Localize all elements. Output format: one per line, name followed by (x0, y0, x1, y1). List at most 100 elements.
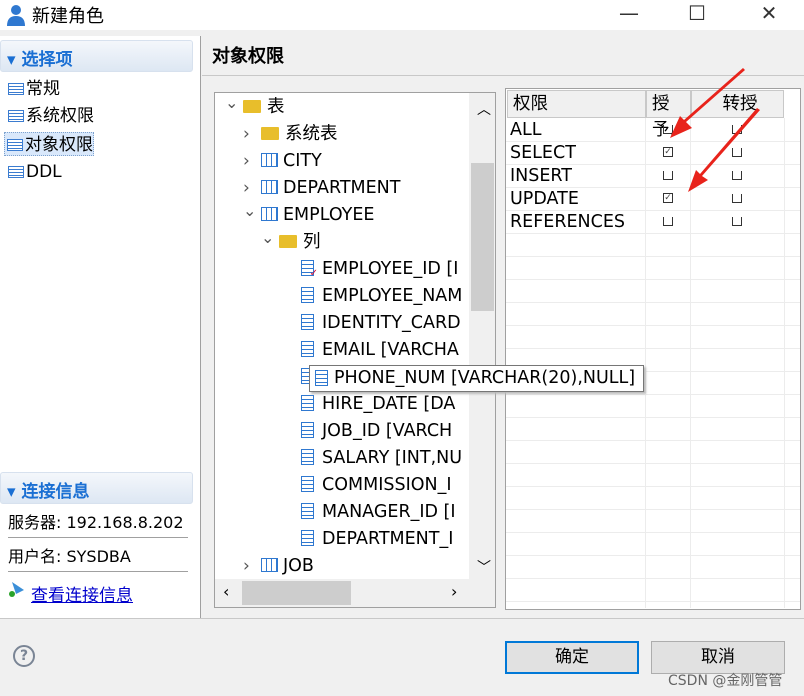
tree-item[interactable]: ⌄ 列 (261, 229, 321, 256)
tree-item-label: IDENTITY_CARD (322, 313, 461, 333)
minimize-button[interactable]: — (606, 0, 652, 28)
tree-item[interactable]: ⌄ EMPLOYEE (243, 202, 375, 229)
tree-item[interactable]: HIRE_DATE [DA (301, 391, 455, 418)
tree-item[interactable]: DEPARTMENT_I (301, 526, 453, 553)
close-button[interactable]: ✕ (746, 0, 792, 28)
scroll-left-icon[interactable]: ‹ (223, 582, 229, 601)
permission-name: INSERT (510, 166, 572, 186)
column-header-privilege[interactable]: 权限 (507, 90, 646, 118)
tree-viewport: ⌄ 表 › 系统表 › CITY › DEPARTMENT ⌄ EMPLOYEE ⌄ 列 ✓ EMPLOY… (215, 93, 469, 579)
transfer-checkbox[interactable] (732, 148, 742, 157)
horizontal-scrollbar[interactable]: ‹ › (215, 579, 495, 607)
column-header-transfer[interactable]: 转授 (691, 90, 784, 118)
scroll-up-icon[interactable]: ︿ (477, 99, 491, 119)
transfer-checkbox[interactable] (732, 194, 742, 203)
empty-row (506, 418, 800, 441)
grant-checkbox[interactable]: ✓ (663, 193, 673, 203)
grant-checkbox[interactable] (663, 125, 673, 134)
permission-row: SELECT ✓ (506, 142, 800, 165)
column-icon (301, 395, 314, 411)
column-icon (301, 341, 314, 357)
chevron-right-icon[interactable]: › (243, 175, 250, 201)
tree-item-label: DEPARTMENT_I (322, 529, 454, 549)
tree-item-label: 表 (267, 97, 285, 117)
sidebar-item-label: DDL (26, 162, 62, 182)
tree-item[interactable]: ⌄ 表 (225, 94, 285, 121)
tree-item[interactable]: COMMISSION_I (301, 472, 452, 499)
tree-item-label: DEPARTMENT (283, 178, 401, 198)
tree-item[interactable]: EMPLOYEE_NAM (301, 283, 462, 310)
sidebar-item-general[interactable]: 常规 (6, 77, 60, 101)
chevron-down-icon[interactable]: ⌄ (261, 229, 274, 247)
chevron-down-icon[interactable]: ⌄ (243, 202, 256, 220)
connection-section-header[interactable]: ▾ 连接信息 (0, 472, 193, 504)
column-icon (301, 476, 314, 492)
folder-open-icon (243, 100, 261, 113)
grant-checkbox[interactable] (663, 217, 673, 226)
object-tree[interactable]: ⌄ 表 › 系统表 › CITY › DEPARTMENT ⌄ EMPLOYEE ⌄ 列 ✓ EMPLOY… (214, 92, 496, 608)
window-title: 新建角色 (32, 6, 104, 27)
permission-row: INSERT (506, 165, 800, 188)
tree-item[interactable]: ✓ EMPLOYEE_ID [I (301, 256, 458, 283)
sidebar: ▾ 选择项 常规 系统权限 对象权限 DDL ▾ 连接信息 服务器: 192.1… (0, 36, 201, 618)
tree-item[interactable]: IDENTITY_CARD (301, 310, 461, 337)
options-section-header[interactable]: ▾ 选择项 (0, 40, 193, 72)
tree-item[interactable]: JOB_ID [VARCH (301, 418, 452, 445)
transfer-checkbox[interactable] (732, 171, 742, 180)
permission-name: SELECT (510, 143, 576, 163)
ok-button[interactable]: 确定 (505, 641, 639, 674)
vertical-scroll-thumb[interactable] (471, 163, 494, 311)
sidebar-item-system-privileges[interactable]: 系统权限 (6, 104, 94, 128)
permission-row: REFERENCES (506, 211, 800, 234)
sidebar-item-label: 对象权限 (25, 135, 93, 155)
tree-item[interactable]: EMAIL [VARCHA (301, 337, 459, 364)
scroll-right-icon[interactable]: › (451, 582, 457, 601)
column-icon (301, 422, 314, 438)
vertical-scrollbar[interactable]: ︿ ﹀ (469, 93, 495, 579)
table-icon (261, 180, 278, 194)
scroll-down-icon[interactable]: ﹀ (477, 557, 491, 577)
tree-item-label: EMPLOYEE (283, 205, 375, 225)
permissions-table: 权限 授予. 转授 ALL SELECT ✓ INSERT UPDATE ✓ REFEREN… (505, 88, 801, 610)
sidebar-item-object-privileges[interactable]: 对象权限 (4, 132, 94, 156)
maximize-button[interactable]: ☐ (674, 0, 720, 28)
transfer-checkbox[interactable] (732, 217, 742, 226)
grant-checkbox[interactable] (663, 171, 673, 180)
sidebar-item-ddl[interactable]: DDL (6, 160, 62, 184)
chevron-right-icon[interactable]: › (243, 121, 250, 147)
tree-item-tooltip: PHONE_NUM [VARCHAR(20),NULL] (309, 365, 644, 392)
watermark: CSDN @金刚管管 (668, 673, 783, 689)
tree-item[interactable]: › JOB (243, 553, 314, 579)
horizontal-scroll-thumb[interactable] (242, 581, 351, 605)
empty-row (506, 510, 800, 533)
tree-item[interactable]: › 系统表 (243, 121, 338, 148)
tree-item[interactable]: › CITY (243, 148, 322, 175)
list-icon (7, 139, 23, 151)
empty-row (506, 257, 800, 280)
username-info: 用户名: SYSDBA (8, 542, 188, 572)
tree-item[interactable]: › DEPARTMENT (243, 175, 401, 202)
table-icon (261, 558, 278, 572)
section-header (202, 36, 804, 76)
view-connection-link[interactable]: 查看连接信息 (31, 581, 133, 606)
chevron-down-icon[interactable]: ⌄ (225, 94, 238, 112)
tree-item-label: EMPLOYEE_ID [I (322, 259, 459, 279)
list-icon (8, 110, 24, 122)
tree-item[interactable]: SALARY [INT,NU (301, 445, 462, 472)
column-icon (301, 530, 314, 546)
grant-checkbox[interactable]: ✓ (663, 147, 673, 157)
folder-open-icon (279, 235, 297, 248)
main-panel: 对象权限 ⌄ 表 › 系统表 › CITY › DEPARTMENT ⌄ EMPLOYEE ⌄ 列 ✓ E… (202, 36, 804, 618)
tooltip-text: PHONE_NUM [VARCHAR(20),NULL] (334, 368, 636, 388)
help-icon[interactable]: ? (13, 645, 35, 667)
connection-header-label: 连接信息 (21, 482, 90, 502)
tree-item[interactable]: MANAGER_ID [I (301, 499, 456, 526)
chevron-right-icon[interactable]: › (243, 148, 250, 174)
chevron-right-icon[interactable]: › (243, 553, 250, 579)
column-header-grant[interactable]: 授予. (646, 90, 691, 140)
empty-row (506, 441, 800, 464)
transfer-checkbox[interactable] (732, 125, 742, 134)
server-info: 服务器: 192.168.8.202 (8, 508, 188, 538)
tree-item-label: SALARY [INT,NU (322, 448, 463, 468)
permission-name: UPDATE (510, 189, 579, 209)
